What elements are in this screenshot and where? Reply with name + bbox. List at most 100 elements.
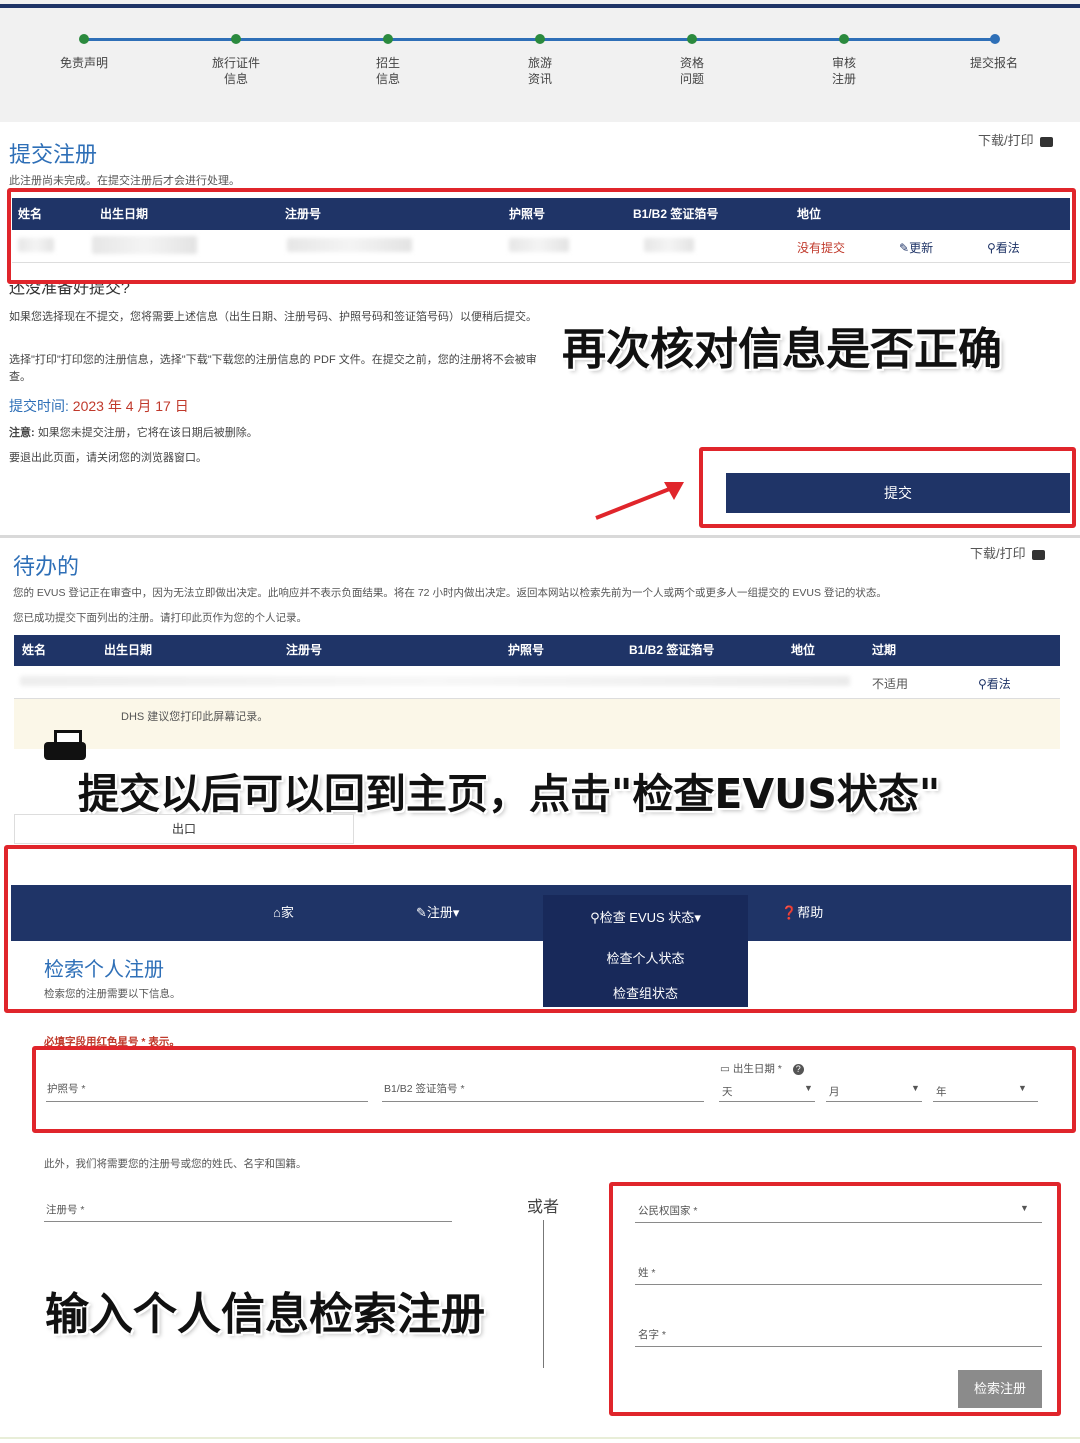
- surname-input[interactable]: [635, 1284, 1042, 1285]
- download-print-link[interactable]: 下载/打印: [978, 130, 1054, 149]
- passport-input[interactable]: [46, 1101, 368, 1102]
- stepper-panel: 免责声明 旅行证件 信息 招生 信息 旅游 资讯 资格 问题 审核 注册 提交报…: [0, 0, 1080, 122]
- not-ready-para1: 如果您选择现在不提交，您将需要上述信息（出生日期、注册号码、护照号码和签证箔号码…: [9, 311, 537, 323]
- pencil-icon: ✎: [416, 905, 427, 920]
- printer-body: [44, 742, 86, 760]
- submit-button[interactable]: 提交: [726, 473, 1070, 513]
- exit-instruction: 要退出此页面，请关闭您的浏览器窗口。: [9, 452, 207, 464]
- exit-button[interactable]: 出口: [14, 814, 354, 844]
- step-dot-6: [839, 34, 849, 44]
- dropdown-group-status[interactable]: 检查组状态: [543, 981, 748, 1007]
- step-dot-5: [687, 34, 697, 44]
- info-icon[interactable]: ?: [792, 1064, 804, 1075]
- col-passport: 护照号: [508, 643, 545, 657]
- country-select[interactable]: [635, 1222, 1042, 1223]
- dhs-note: DHS 建议您打印此屏幕记录。: [121, 711, 269, 723]
- nav-help[interactable]: ❓帮助: [781, 885, 823, 941]
- step-dot-7: [990, 34, 1000, 44]
- reg-no-input[interactable]: [44, 1221, 452, 1222]
- passport-label: 护照号 *: [47, 1083, 86, 1095]
- chevron-down-icon: ▾: [452, 905, 460, 920]
- pending-view-label: 看法: [986, 677, 1011, 691]
- printer-large-icon[interactable]: [44, 730, 86, 764]
- visa-foil-input[interactable]: [382, 1101, 704, 1102]
- expiry-value: 不适用: [872, 677, 909, 691]
- pending-para2: 您已成功提交下面列出的注册。请打印此页作为您的个人记录。: [13, 612, 307, 624]
- printer-icon: [1040, 136, 1054, 147]
- step-dot-3: [383, 34, 393, 44]
- col-status: 地位: [791, 643, 816, 657]
- caption-search: 输入个人信息检索注册: [45, 1289, 485, 1340]
- status-not-submitted: 没有提交: [797, 241, 846, 255]
- dob-label-group: ▭ 出生日期 * ?: [720, 1061, 804, 1076]
- pending-download-print-link[interactable]: 下载/打印: [970, 543, 1046, 562]
- bottom-border: [0, 1437, 1080, 1439]
- dropdown-individual-status[interactable]: 检查个人状态: [543, 946, 748, 972]
- step-label-disclaimer[interactable]: 免责声明: [39, 55, 129, 71]
- reg-no-label: 注册号 *: [46, 1204, 85, 1216]
- col-reg-no: 注册号: [285, 207, 322, 221]
- redacted-reg-no: [287, 238, 412, 252]
- pencil-icon: ✎: [899, 241, 910, 255]
- redacted-row: [20, 676, 850, 686]
- main-navbar: ⌂家 ✎注册▾ ⚲检查 EVUS 状态▾ ❓帮助: [11, 885, 1071, 941]
- nav-register[interactable]: ✎注册▾: [416, 885, 459, 941]
- month-select[interactable]: 月: [829, 1084, 840, 1099]
- submit-time: 提交时间: 2023 年 4 月 17 日: [9, 396, 189, 416]
- top-border: [0, 4, 1080, 8]
- chevron-down-icon: ▾: [694, 910, 701, 925]
- incomplete-notice: 此注册尚未完成。在提交注册后才会进行处理。: [9, 175, 240, 187]
- pending-table-header: 姓名 出生日期 注册号 护照号 B1/B2 签证箔号 地位 过期: [14, 635, 1060, 666]
- col-passport: 护照号: [509, 207, 546, 221]
- registration-table-header: 姓名 出生日期 注册号 护照号 B1/B2 签证箔号 地位: [12, 198, 1070, 230]
- calendar-icon: ▭: [720, 1063, 730, 1075]
- chevron-down-icon: ▼: [1018, 1083, 1027, 1093]
- redacted-dob: [92, 236, 197, 254]
- step-dot-4: [535, 34, 545, 44]
- or-label: 或者: [527, 1199, 560, 1216]
- year-select[interactable]: 年: [936, 1084, 947, 1099]
- step-label-submit[interactable]: 提交报名: [949, 55, 1039, 71]
- nav-check-status[interactable]: ⚲检查 EVUS 状态▾: [543, 895, 748, 941]
- visa-label: B1/B2 签证箔号 *: [384, 1083, 465, 1095]
- nav-home[interactable]: ⌂家: [273, 885, 294, 941]
- redacted-visa: [644, 238, 694, 252]
- not-ready-heading: 还没准备好提交?: [9, 284, 130, 297]
- given-name-input[interactable]: [635, 1346, 1042, 1347]
- note-label: 注意:: [9, 427, 35, 439]
- search-icon: ⚲: [590, 910, 600, 925]
- day-select[interactable]: 天: [722, 1084, 733, 1099]
- search-registration-button[interactable]: 检索注册: [958, 1370, 1042, 1408]
- col-visa: B1/B2 签证箔号: [629, 643, 715, 657]
- not-ready-para2: 选择"打印"打印您的注册信息，选择"下载"下载您的注册信息的 PDF 文件。在提…: [9, 354, 537, 383]
- step-label-eligibility[interactable]: 资格 问题: [647, 55, 737, 87]
- view-link[interactable]: ⚲看法: [987, 239, 1020, 256]
- redacted-passport: [509, 238, 569, 252]
- col-name: 姓名: [18, 207, 43, 221]
- nav-help-label: 帮助: [797, 905, 824, 920]
- pending-para1: 您的 EVUS 登记正在审查中，因为无法立即做出决定。此响应并不表示负面结果。将…: [13, 587, 887, 599]
- nav-home-label: 家: [280, 905, 294, 920]
- also-note: 此外，我们将需要您的注册号或您的姓氏、名字和国籍。: [44, 1158, 307, 1170]
- col-name: 姓名: [22, 643, 47, 657]
- step-label-travel-doc[interactable]: 旅行证件 信息: [191, 55, 281, 87]
- step-dot-2: [231, 34, 241, 44]
- caption-check-status: 提交以后可以回到主页，点击"检查EVUS状态": [78, 770, 941, 818]
- col-dob: 出生日期: [104, 643, 153, 657]
- caption-verify: 再次核对信息是否正确: [562, 324, 1002, 375]
- dob-label: 出生日期 *: [732, 1063, 782, 1075]
- step-label-enrollment[interactable]: 招生 信息: [343, 55, 433, 87]
- chevron-down-icon: ▼: [804, 1083, 813, 1093]
- dhs-note-panel: DHS 建议您打印此屏幕记录。: [14, 699, 1060, 749]
- surname-label: 姓 *: [638, 1267, 656, 1279]
- step-dot-1: [79, 34, 89, 44]
- help-icon: ❓: [781, 905, 798, 920]
- day-select-line: [719, 1101, 815, 1102]
- col-status: 地位: [797, 207, 822, 221]
- step-label-review[interactable]: 审核 注册: [799, 55, 889, 87]
- update-link[interactable]: ✎更新: [899, 239, 933, 256]
- search-title: 检索个人注册: [44, 959, 164, 981]
- chevron-down-icon: ▼: [1020, 1203, 1029, 1213]
- pending-view-link[interactable]: ⚲看法: [978, 675, 1011, 692]
- step-label-travel-info[interactable]: 旅游 资讯: [495, 55, 585, 87]
